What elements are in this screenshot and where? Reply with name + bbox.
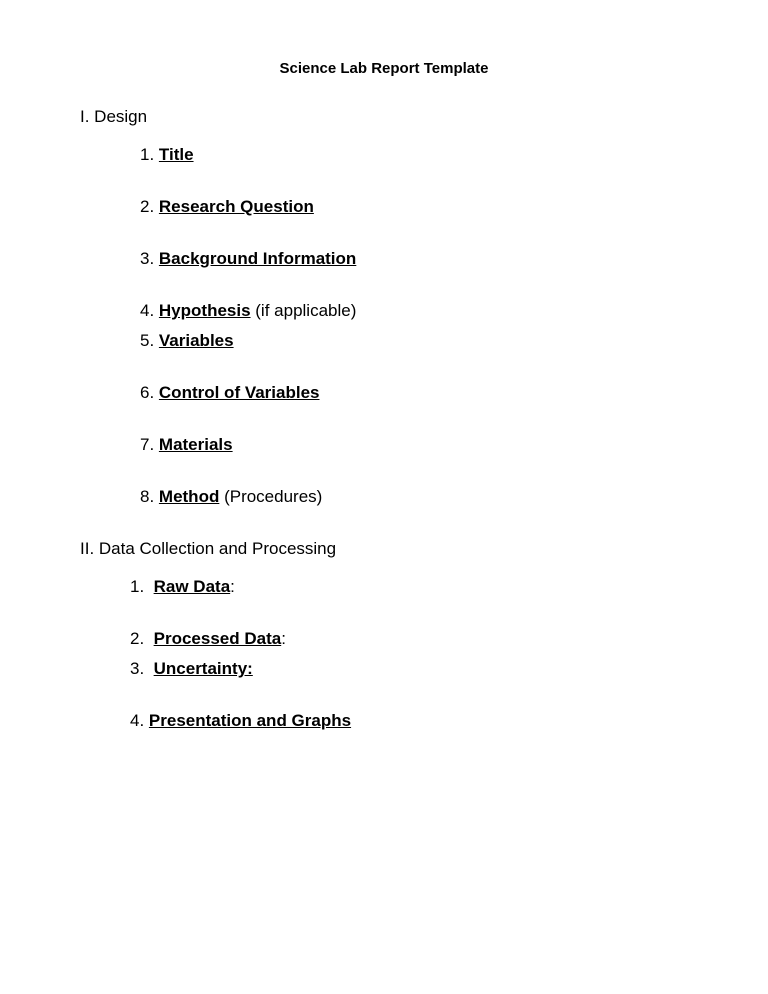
item-ii-4-number: 4. <box>130 711 149 730</box>
item-2-text: Research Question <box>159 197 314 216</box>
item-3: 3. Background Information <box>140 249 688 269</box>
item-4-suffix: (if applicable) <box>251 301 357 320</box>
item-ii-3-text: Uncertainty: <box>154 659 253 678</box>
item-1-text: Title <box>159 145 194 164</box>
item-7: 7. Materials <box>140 435 688 455</box>
item-ii-1-suffix: : <box>230 577 235 596</box>
section-2-header: II. Data Collection and Processing <box>80 539 688 559</box>
item-ii-1-text: Raw Data <box>154 577 231 596</box>
item-8-suffix: (Procedures) <box>219 487 322 506</box>
item-1-number: 1. <box>140 145 159 164</box>
item-6: 6. Control of Variables <box>140 383 688 403</box>
item-6-label: 6. Control of Variables <box>140 383 320 402</box>
item-ii-3: 3. Uncertainty: <box>130 659 688 679</box>
item-3-label: 3. Background Information <box>140 249 356 268</box>
item-7-label: 7. Materials <box>140 435 233 454</box>
item-8-label: 8. Method (Procedures) <box>140 487 322 506</box>
item-1: 1. Title <box>140 145 688 165</box>
page-title: Science Lab Report Template <box>80 60 688 77</box>
item-ii-2-suffix: : <box>281 629 286 648</box>
item-ii-2-text: Processed Data <box>154 629 282 648</box>
item-ii-2-label: 2. Processed Data: <box>130 629 286 648</box>
item-ii-1-number: 1. <box>130 577 154 596</box>
item-ii-4: 4. Presentation and Graphs <box>130 711 688 731</box>
item-2-label: 2. Research Question <box>140 197 314 216</box>
item-2: 2. Research Question <box>140 197 688 217</box>
section-2-container: II. Data Collection and Processing 1. Ra… <box>80 539 688 731</box>
item-5: 5. Variables <box>140 331 688 351</box>
item-ii-1: 1. Raw Data: <box>130 577 688 597</box>
section-1-header: I. Design <box>80 107 688 127</box>
item-ii-4-label: 4. Presentation and Graphs <box>130 711 351 730</box>
item-5-text: Variables <box>159 331 234 350</box>
item-ii-1-label: 1. Raw Data: <box>130 577 235 596</box>
item-8-number: 8. <box>140 487 159 506</box>
item-3-text: Background Information <box>159 249 356 268</box>
item-ii-2-number: 2. <box>130 629 154 648</box>
item-ii-4-text: Presentation and Graphs <box>149 711 351 730</box>
page-container: Science Lab Report Template I. Design 1.… <box>0 0 768 823</box>
item-4-number: 4. <box>140 301 159 320</box>
item-7-text: Materials <box>159 435 233 454</box>
item-4: 4. Hypothesis (if applicable) <box>140 301 688 321</box>
item-2-number: 2. <box>140 197 159 216</box>
item-ii-2: 2. Processed Data: <box>130 629 688 649</box>
item-8-text: Method <box>159 487 219 506</box>
item-5-number: 5. <box>140 331 159 350</box>
item-5-label: 5. Variables <box>140 331 234 350</box>
item-6-text: Control of Variables <box>159 383 320 402</box>
item-3-number: 3. <box>140 249 159 268</box>
item-4-label: 4. Hypothesis (if applicable) <box>140 301 356 320</box>
item-7-number: 7. <box>140 435 159 454</box>
item-8: 8. Method (Procedures) <box>140 487 688 507</box>
item-6-number: 6. <box>140 383 159 402</box>
item-ii-3-label: 3. Uncertainty: <box>130 659 253 678</box>
item-ii-3-number: 3. <box>130 659 154 678</box>
item-4-text: Hypothesis <box>159 301 251 320</box>
item-1-label: 1. Title <box>140 145 194 164</box>
